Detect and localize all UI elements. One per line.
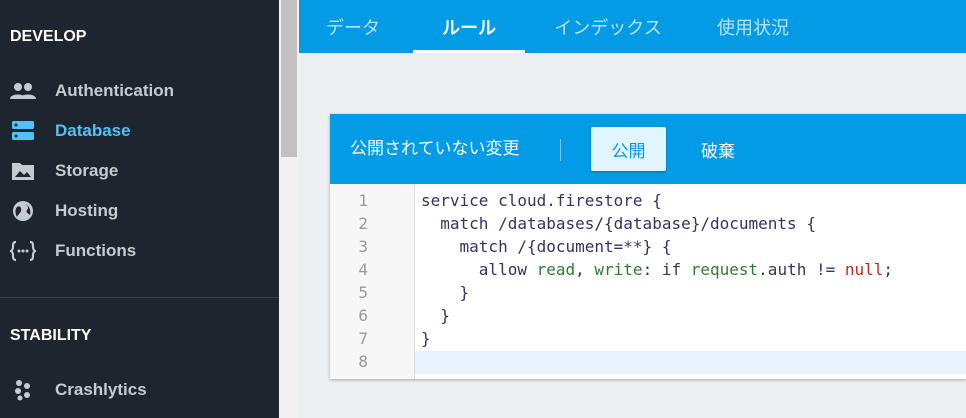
toolbar-divider xyxy=(560,139,561,161)
sidebar-item-authentication[interactable]: Authentication xyxy=(0,71,279,111)
unpublished-changes-label: 公開されていない変更 xyxy=(350,139,520,158)
stability-section-title: STABILITY xyxy=(10,327,92,344)
tab-data[interactable]: データ xyxy=(321,0,385,53)
tab-usage[interactable]: 使用状況 xyxy=(713,0,793,53)
editor-toolbar: 公開されていない変更 公開 破棄 xyxy=(330,114,966,184)
sidebar-item-storage[interactable]: Storage xyxy=(0,151,279,191)
line-number: 6 xyxy=(358,306,368,325)
rules-editor-card: 公開されていない変更 公開 破棄 1 2 3 4 5 6 7 8 service… xyxy=(330,114,966,379)
code-line[interactable]: } xyxy=(421,327,431,350)
tab-bar: データ ルール インデックス 使用状況 xyxy=(299,0,966,53)
active-tab-indicator xyxy=(413,50,525,53)
sidebar-item-label: Crashlytics xyxy=(55,380,147,399)
line-number: 4 xyxy=(358,260,368,279)
active-line-highlight xyxy=(415,351,966,374)
sidebar-item-label: Functions xyxy=(55,241,137,260)
image-folder-icon xyxy=(10,158,36,184)
sidebar: DEVELOP Authentication Database Storage … xyxy=(0,0,279,418)
tab-indexes[interactable]: インデックス xyxy=(549,0,667,53)
line-number: 7 xyxy=(358,329,368,348)
sidebar-item-hosting[interactable]: Hosting xyxy=(0,191,279,231)
publish-button[interactable]: 公開 xyxy=(591,127,666,171)
code-line[interactable]: service cloud.firestore { xyxy=(421,189,662,212)
sidebar-item-crashlytics[interactable]: Crashlytics xyxy=(0,370,279,410)
sidebar-item-database[interactable]: Database xyxy=(0,111,279,151)
sidebar-item-label: Authentication xyxy=(55,81,174,100)
people-icon xyxy=(10,78,36,104)
functions-icon xyxy=(10,238,36,264)
line-number: 8 xyxy=(358,352,368,371)
code-line[interactable]: } xyxy=(421,281,470,304)
develop-section-title: DEVELOP xyxy=(10,28,87,45)
code-line[interactable]: allow read, write: if request.auth != nu… xyxy=(421,258,893,281)
sidebar-divider xyxy=(0,297,279,298)
discard-button[interactable]: 破棄 xyxy=(686,127,750,171)
sidebar-item-label: Hosting xyxy=(55,201,119,220)
code-line[interactable]: match /databases/{database}/documents { xyxy=(421,212,816,235)
globe-icon xyxy=(10,198,36,224)
code-line[interactable]: match /{document=**} { xyxy=(421,235,672,258)
tab-rules[interactable]: ルール xyxy=(413,0,525,53)
line-number-gutter: 1 2 3 4 5 6 7 8 xyxy=(330,184,415,379)
code-line[interactable]: } xyxy=(421,304,450,327)
line-number: 3 xyxy=(358,237,368,256)
crashlytics-icon xyxy=(10,377,36,403)
database-icon xyxy=(10,118,36,144)
sidebar-item-label: Database xyxy=(55,121,131,140)
sidebar-item-label: Storage xyxy=(55,161,119,180)
line-number: 1 xyxy=(358,191,368,210)
line-number: 5 xyxy=(358,283,368,302)
sidebar-item-functions[interactable]: Functions xyxy=(0,231,279,271)
sidebar-scrollbar-thumb[interactable] xyxy=(281,0,297,157)
line-number: 2 xyxy=(358,214,368,233)
